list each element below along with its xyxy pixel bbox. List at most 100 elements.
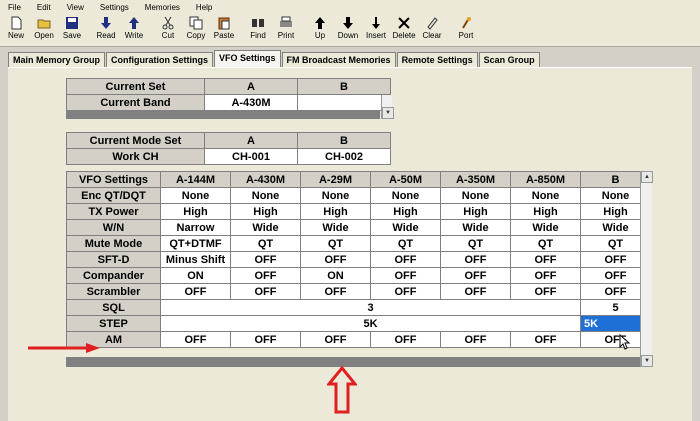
menu-settings[interactable]: Settings bbox=[92, 3, 137, 12]
table-row: Compander ON OFF ON OFF OFF OFF OFF bbox=[66, 267, 651, 284]
clear-button[interactable]: Clear bbox=[418, 14, 446, 44]
table-cell[interactable]: OFF bbox=[300, 331, 371, 348]
table-cell[interactable]: OFF bbox=[230, 251, 301, 268]
table-cell[interactable]: Wide bbox=[300, 219, 371, 236]
menu-file[interactable]: File bbox=[0, 3, 29, 12]
current-set-scrollbar[interactable]: ▼ bbox=[381, 95, 394, 119]
table-cell[interactable]: None bbox=[440, 187, 511, 204]
table-row: Scrambler OFF OFF OFF OFF OFF OFF OFF bbox=[66, 283, 651, 300]
step-a-value[interactable]: 5K bbox=[160, 315, 581, 332]
table-cell[interactable]: QT+DTMF bbox=[160, 235, 231, 252]
table-cell[interactable]: OFF bbox=[160, 331, 231, 348]
paste-button[interactable]: Paste bbox=[210, 14, 238, 44]
tab-fm-broadcast-memories[interactable]: FM Broadcast Memories bbox=[281, 52, 396, 67]
table-cell[interactable]: Wide bbox=[440, 219, 511, 236]
table-cell[interactable]: OFF bbox=[370, 267, 441, 284]
table-cell[interactable]: OFF bbox=[230, 267, 301, 284]
menu-edit[interactable]: Edit bbox=[29, 3, 59, 12]
scrambler-label: Scrambler bbox=[66, 283, 161, 300]
table-cell[interactable]: QT bbox=[440, 235, 511, 252]
table-cell[interactable]: OFF bbox=[440, 331, 511, 348]
table-cell[interactable]: OFF bbox=[370, 251, 441, 268]
cut-button[interactable]: Cut bbox=[154, 14, 182, 44]
table-cell[interactable]: ON bbox=[300, 267, 371, 284]
read-arrow-down-icon bbox=[101, 17, 111, 29]
menu-help[interactable]: Help bbox=[188, 3, 220, 12]
current-set-col-a: A bbox=[204, 78, 298, 95]
table-cell[interactable]: High bbox=[510, 203, 581, 220]
scroll-down-icon[interactable]: ▼ bbox=[382, 107, 394, 119]
tab-configuration-settings[interactable]: Configuration Settings bbox=[106, 52, 214, 67]
table-cell[interactable]: OFF bbox=[300, 251, 371, 268]
tab-scan-group[interactable]: Scan Group bbox=[478, 52, 540, 67]
table-cell[interactable]: QT bbox=[230, 235, 301, 252]
table-cell[interactable]: ON bbox=[160, 267, 231, 284]
table-cell[interactable]: QT bbox=[510, 235, 581, 252]
table-cell[interactable]: OFF bbox=[510, 331, 581, 348]
table-row: Enc QT/DQT None None None None None None… bbox=[66, 187, 651, 204]
table-cell[interactable]: OFF bbox=[510, 283, 581, 300]
table-cell[interactable]: High bbox=[440, 203, 511, 220]
tab-main-memory-group[interactable]: Main Memory Group bbox=[8, 52, 106, 67]
table-row: STEP 5K 5K bbox=[66, 315, 651, 332]
open-button[interactable]: Open bbox=[30, 14, 58, 44]
table-cell[interactable]: High bbox=[230, 203, 301, 220]
current-mode-header: Current Mode Set bbox=[66, 132, 205, 149]
new-button[interactable]: New bbox=[2, 14, 30, 44]
sql-a-value[interactable]: 3 bbox=[160, 299, 581, 316]
table-cell[interactable]: OFF bbox=[440, 267, 511, 284]
up-button[interactable]: Up bbox=[306, 14, 334, 44]
port-button[interactable]: Port bbox=[452, 14, 480, 44]
tab-remote-settings[interactable]: Remote Settings bbox=[396, 52, 478, 67]
table-cell[interactable]: OFF bbox=[510, 251, 581, 268]
table-cell[interactable]: QT bbox=[300, 235, 371, 252]
up-arrow-icon bbox=[315, 17, 325, 29]
cut-icon bbox=[162, 16, 174, 30]
table-cell[interactable]: OFF bbox=[230, 283, 301, 300]
vfo-grid-scrollbar[interactable]: ▲ ▼ bbox=[640, 171, 653, 367]
table-cell[interactable]: OFF bbox=[370, 283, 441, 300]
table-cell[interactable]: Minus Shift bbox=[160, 251, 231, 268]
table-cell[interactable]: OFF bbox=[510, 267, 581, 284]
copy-button[interactable]: Copy bbox=[182, 14, 210, 44]
table-cell[interactable]: None bbox=[300, 187, 371, 204]
find-button[interactable]: Find bbox=[244, 14, 272, 44]
table-cell[interactable]: OFF bbox=[440, 283, 511, 300]
table-cell[interactable]: Wide bbox=[370, 219, 441, 236]
save-button[interactable]: Save bbox=[58, 14, 86, 44]
current-band-a[interactable]: A-430M bbox=[204, 94, 298, 111]
new-file-icon bbox=[11, 16, 22, 30]
tab-vfo-settings[interactable]: VFO Settings bbox=[214, 50, 281, 67]
table-cell[interactable]: None bbox=[510, 187, 581, 204]
table-cell[interactable]: None bbox=[160, 187, 231, 204]
table-cell[interactable]: OFF bbox=[160, 283, 231, 300]
scroll-up-icon[interactable]: ▲ bbox=[641, 171, 653, 183]
insert-button[interactable]: Insert bbox=[362, 14, 390, 44]
current-set-footer bbox=[66, 111, 380, 119]
current-band-b[interactable] bbox=[297, 94, 391, 111]
table-cell[interactable]: Narrow bbox=[160, 219, 231, 236]
scroll-down-icon[interactable]: ▼ bbox=[641, 355, 653, 367]
table-cell[interactable]: High bbox=[160, 203, 231, 220]
table-cell[interactable]: None bbox=[230, 187, 301, 204]
menu-memories[interactable]: Memories bbox=[137, 3, 188, 12]
delete-button[interactable]: Delete bbox=[390, 14, 418, 44]
print-button[interactable]: Print bbox=[272, 14, 300, 44]
table-cell[interactable]: Wide bbox=[510, 219, 581, 236]
work-ch-b[interactable]: CH-002 bbox=[297, 148, 391, 165]
table-cell[interactable]: OFF bbox=[300, 283, 371, 300]
table-cell[interactable]: QT bbox=[370, 235, 441, 252]
read-button[interactable]: Read bbox=[92, 14, 120, 44]
menu-view[interactable]: View bbox=[59, 3, 92, 12]
down-button[interactable]: Down bbox=[334, 14, 362, 44]
table-cell[interactable]: Wide bbox=[230, 219, 301, 236]
write-button[interactable]: Write bbox=[120, 14, 148, 44]
table-cell[interactable]: High bbox=[370, 203, 441, 220]
vfo-col-a-430m: A-430M bbox=[230, 171, 301, 188]
work-ch-a[interactable]: CH-001 bbox=[204, 148, 298, 165]
table-cell[interactable]: OFF bbox=[440, 251, 511, 268]
table-cell[interactable]: None bbox=[370, 187, 441, 204]
table-cell[interactable]: OFF bbox=[230, 331, 301, 348]
table-cell[interactable]: High bbox=[300, 203, 371, 220]
table-cell[interactable]: OFF bbox=[370, 331, 441, 348]
